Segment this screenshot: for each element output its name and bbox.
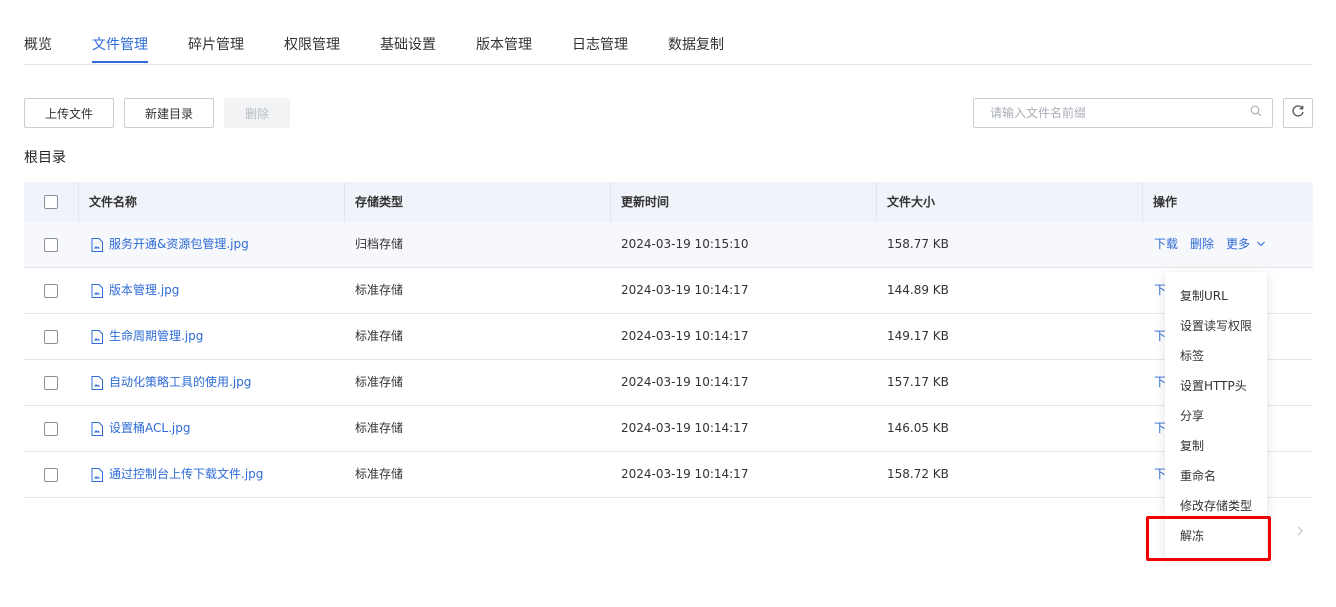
- file-name-link[interactable]: 自动化策略工具的使用.jpg: [91, 360, 251, 405]
- upload-file-button[interactable]: 上传文件: [24, 98, 114, 128]
- column-divider: [1142, 182, 1143, 222]
- file-name-text: 版本管理.jpg: [109, 283, 180, 297]
- file-size-cell: 158.77 KB: [887, 237, 949, 251]
- menu-item-tags[interactable]: 标签: [1180, 347, 1204, 364]
- tab-fragment-management[interactable]: 碎片管理: [188, 34, 244, 54]
- file-name-link[interactable]: 设置桶ACL.jpg: [91, 406, 190, 451]
- more-actions-menu: 复制URL 设置读写权限 标签 设置HTTP头 分享 复制 重命名 修改存储类型…: [1165, 272, 1267, 558]
- table-row: 生命周期管理.jpg 标准存储 2024-03-19 10:14:17 149.…: [24, 314, 1313, 360]
- delete-link[interactable]: 删除: [1190, 222, 1214, 267]
- file-image-icon: [91, 237, 103, 252]
- menu-item-copy[interactable]: 复制: [1180, 437, 1204, 454]
- row-checkbox[interactable]: [44, 237, 58, 252]
- storage-type-cell: 标准存储: [355, 283, 404, 297]
- refresh-icon: [1291, 104, 1305, 122]
- file-image-icon: [91, 375, 103, 390]
- file-name-link[interactable]: 服务开通&资源包管理.jpg: [91, 222, 249, 267]
- file-table: 文件名称 存储类型 更新时间 文件大小 操作 服务开通&资源包管理.jpg 归档…: [24, 182, 1313, 498]
- select-all-checkbox[interactable]: [44, 195, 58, 209]
- table-row: 自动化策略工具的使用.jpg 标准存储 2024-03-19 10:14:17 …: [24, 360, 1313, 406]
- file-image-icon: [91, 329, 103, 344]
- storage-type-cell: 标准存储: [355, 375, 404, 389]
- update-time-cell: 2024-03-19 10:14:17: [621, 375, 749, 389]
- more-dropdown-trigger[interactable]: 更多: [1226, 222, 1266, 267]
- column-header-file-size: 文件大小: [887, 195, 936, 209]
- search-box: [973, 98, 1273, 128]
- row-checkbox[interactable]: [44, 283, 58, 298]
- menu-item-share[interactable]: 分享: [1180, 407, 1204, 424]
- column-divider: [610, 182, 611, 222]
- file-name-text: 服务开通&资源包管理.jpg: [109, 237, 249, 251]
- column-header-storage-type: 存储类型: [355, 195, 404, 209]
- table-row: 设置桶ACL.jpg 标准存储 2024-03-19 10:14:17 146.…: [24, 406, 1313, 452]
- column-header-actions: 操作: [1153, 195, 1178, 209]
- download-link[interactable]: 下载: [1154, 222, 1178, 267]
- update-time-cell: 2024-03-19 10:15:10: [621, 237, 749, 251]
- file-name-text: 通过控制台上传下载文件.jpg: [109, 467, 264, 481]
- top-tab-bar: 概览 文件管理 碎片管理 权限管理 基础设置 版本管理 日志管理 数据复制: [24, 0, 1313, 65]
- menu-item-rename[interactable]: 重命名: [1180, 467, 1216, 484]
- storage-type-cell: 标准存储: [355, 467, 404, 481]
- pagination-next-icon[interactable]: [1296, 525, 1304, 541]
- storage-type-cell: 标准存储: [355, 329, 404, 343]
- storage-type-cell: 归档存储: [355, 237, 404, 251]
- menu-item-unfreeze[interactable]: 解冻: [1180, 527, 1204, 544]
- update-time-cell: 2024-03-19 10:14:17: [621, 421, 749, 435]
- file-size-cell: 149.17 KB: [887, 329, 949, 343]
- table-row: 版本管理.jpg 标准存储 2024-03-19 10:14:17 144.89…: [24, 268, 1313, 314]
- search-input[interactable]: [988, 105, 1250, 121]
- file-name-text: 生命周期管理.jpg: [109, 329, 204, 343]
- search-icon[interactable]: [1250, 105, 1262, 121]
- file-image-icon: [91, 467, 103, 482]
- update-time-cell: 2024-03-19 10:14:17: [621, 467, 749, 481]
- tab-permission-management[interactable]: 权限管理: [284, 34, 340, 54]
- file-size-cell: 157.17 KB: [887, 375, 949, 389]
- file-name-link[interactable]: 通过控制台上传下载文件.jpg: [91, 452, 263, 497]
- file-name-link[interactable]: 版本管理.jpg: [91, 268, 179, 313]
- file-name-link[interactable]: 生命周期管理.jpg: [91, 314, 203, 359]
- column-divider: [876, 182, 877, 222]
- breadcrumb: 根目录: [24, 150, 66, 166]
- delete-button[interactable]: 删除: [224, 98, 290, 128]
- menu-item-set-http-header[interactable]: 设置HTTP头: [1180, 377, 1247, 394]
- column-header-update-time: 更新时间: [621, 195, 670, 209]
- table-row: 服务开通&资源包管理.jpg 归档存储 2024-03-19 10:15:10 …: [24, 222, 1313, 268]
- row-checkbox[interactable]: [44, 329, 58, 344]
- table-row: 通过控制台上传下载文件.jpg 标准存储 2024-03-19 10:14:17…: [24, 452, 1313, 498]
- storage-type-cell: 标准存储: [355, 421, 404, 435]
- row-checkbox[interactable]: [44, 375, 58, 390]
- file-image-icon: [91, 421, 103, 436]
- tab-overview[interactable]: 概览: [24, 34, 52, 54]
- column-divider: [78, 182, 79, 222]
- row-checkbox[interactable]: [44, 421, 58, 436]
- column-divider: [344, 182, 345, 222]
- refresh-button[interactable]: [1283, 98, 1313, 128]
- file-name-text: 自动化策略工具的使用.jpg: [109, 375, 252, 389]
- update-time-cell: 2024-03-19 10:14:17: [621, 329, 749, 343]
- more-label: 更多: [1226, 237, 1251, 251]
- tab-file-management[interactable]: 文件管理: [92, 34, 148, 54]
- menu-item-set-permissions[interactable]: 设置读写权限: [1180, 317, 1252, 334]
- row-checkbox[interactable]: [44, 467, 58, 482]
- file-name-text: 设置桶ACL.jpg: [109, 421, 191, 435]
- file-size-cell: 158.72 KB: [887, 467, 949, 481]
- tab-log-management[interactable]: 日志管理: [572, 34, 628, 54]
- column-header-file-name: 文件名称: [89, 195, 138, 209]
- new-directory-button[interactable]: 新建目录: [124, 98, 214, 128]
- menu-item-change-storage-type[interactable]: 修改存储类型: [1180, 497, 1252, 514]
- menu-item-copy-url[interactable]: 复制URL: [1180, 287, 1228, 304]
- active-tab-indicator: [92, 61, 148, 63]
- table-header: 文件名称 存储类型 更新时间 文件大小 操作: [24, 182, 1313, 222]
- file-image-icon: [91, 283, 103, 298]
- chevron-down-icon: [1256, 241, 1265, 247]
- tab-version-management[interactable]: 版本管理: [476, 34, 532, 54]
- tab-basic-settings[interactable]: 基础设置: [380, 34, 436, 54]
- tab-data-replication[interactable]: 数据复制: [668, 34, 724, 54]
- file-size-cell: 144.89 KB: [887, 283, 949, 297]
- file-size-cell: 146.05 KB: [887, 421, 949, 435]
- update-time-cell: 2024-03-19 10:14:17: [621, 283, 749, 297]
